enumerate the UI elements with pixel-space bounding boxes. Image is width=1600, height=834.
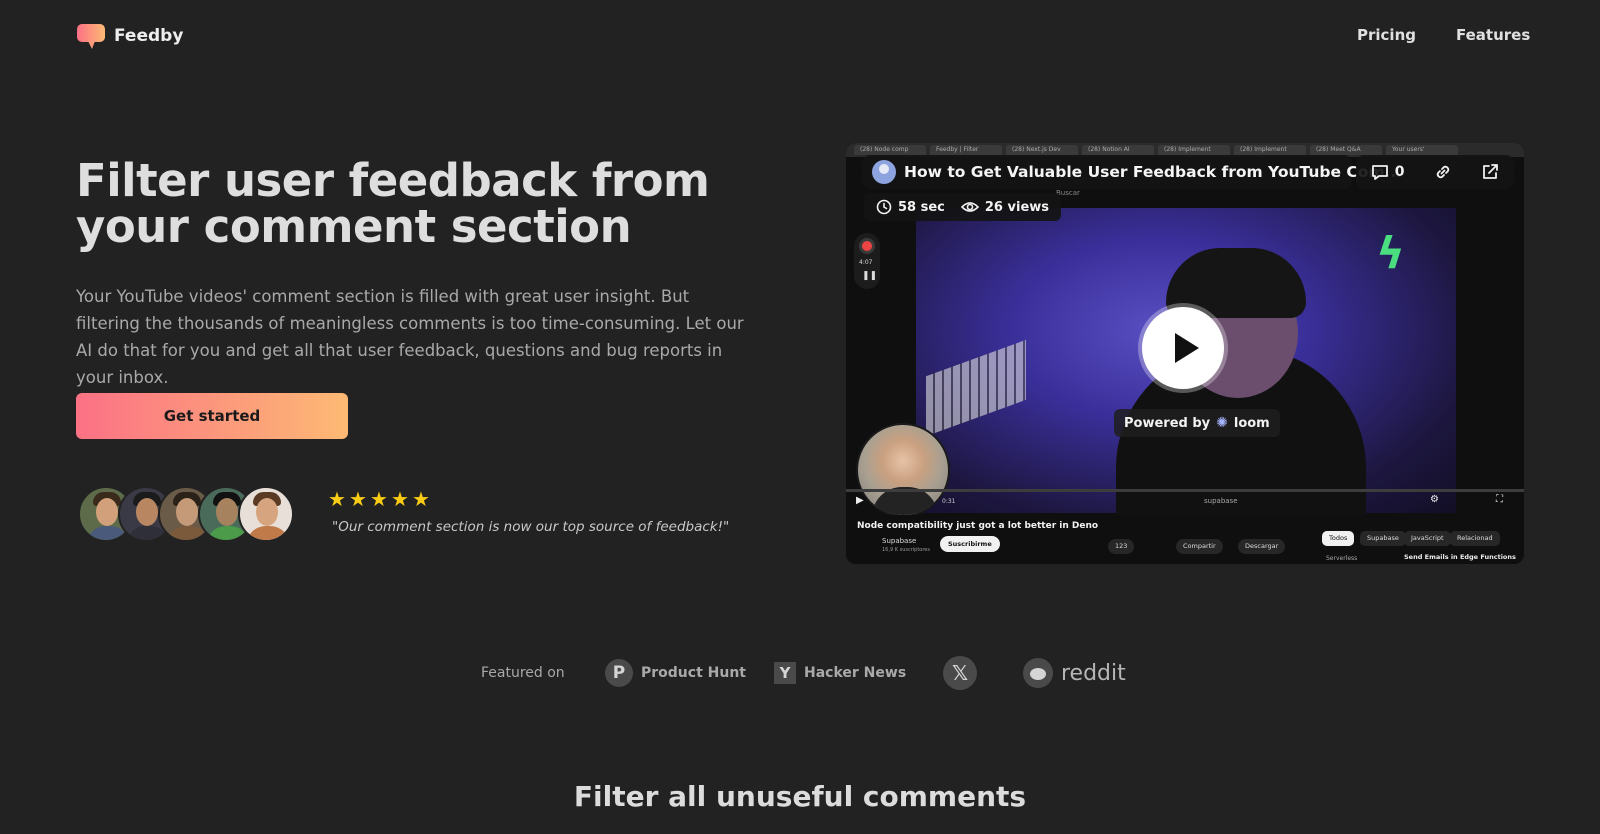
player-right-margin: [1456, 208, 1524, 513]
section-title: Filter all unuseful comments: [573, 780, 1027, 813]
star-icon: ★: [370, 487, 388, 511]
star-icon: ★: [328, 487, 346, 511]
featured-on-label: Featured on: [481, 665, 565, 681]
open-external-button[interactable]: [1481, 163, 1499, 181]
reddit-label: reddit: [1061, 660, 1126, 686]
powered-by-loom[interactable]: Powered by ✺ loom: [1114, 409, 1280, 437]
video-actions: 0: [1356, 155, 1514, 189]
loom-icon: ✺: [1216, 415, 1228, 431]
comments-button[interactable]: 0: [1371, 163, 1405, 181]
chat-bubble-icon: [77, 24, 105, 49]
youtube-chip[interactable]: Todos: [1322, 531, 1355, 546]
youtube-next-video-title[interactable]: Send Emails in Edge Functions: [1404, 553, 1516, 561]
record-stop-icon[interactable]: [859, 238, 875, 254]
star-icon: ★: [412, 487, 430, 511]
youtube-settings-icon[interactable]: ⚙: [1430, 494, 1439, 505]
brand-name: Feedby: [114, 26, 184, 46]
brand-logo[interactable]: Feedby: [76, 22, 183, 50]
duration: 58 sec: [898, 199, 945, 215]
x-link[interactable]: 𝕏: [943, 656, 977, 690]
youtube-video-info: Node compatibility just got a lot better…: [846, 515, 1524, 564]
youtube-channel[interactable]: Supabase: [882, 537, 916, 545]
loom-wordmark: loom: [1233, 415, 1270, 431]
testimonial-avatars: [78, 486, 294, 542]
testimonial-quote: "Our comment section is now our top sour…: [332, 519, 730, 535]
pause-icon[interactable]: ❚❚: [862, 271, 877, 281]
external-link-icon: [1483, 164, 1499, 179]
youtube-play-icon[interactable]: ▶: [856, 495, 864, 506]
video-title-bar: How to Get Valuable User Feedback from Y…: [862, 155, 1402, 189]
youtube-download-button[interactable]: Descargar: [1238, 539, 1286, 554]
browser-tab: Feedby | Filter: [930, 145, 1002, 155]
hacker-news-label: Hacker News: [804, 665, 907, 681]
browser-tab: (28) Implement: [1158, 145, 1230, 155]
youtube-chip[interactable]: Relacionad: [1450, 531, 1500, 546]
featured-on-bar: Featured on P Product Hunt Y Hacker News…: [0, 656, 1600, 692]
comments-count: 0: [1394, 164, 1405, 180]
browser-tab: (28) Notion AI: [1082, 145, 1154, 155]
youtube-like-button[interactable]: 123: [1108, 539, 1135, 554]
browser-tab: (28) Next.js Dev: [1006, 145, 1078, 155]
recording-time: 4:07: [859, 259, 873, 266]
play-button[interactable]: [1142, 307, 1224, 389]
browser-tab: (28) Implement: [1234, 145, 1306, 155]
youtube-share-button[interactable]: Compartir: [1176, 539, 1223, 554]
nav-link-features[interactable]: Features: [1456, 26, 1530, 44]
rating-stars: ★ ★ ★ ★ ★: [328, 487, 430, 511]
browser-tab: (28) Node comp: [854, 145, 926, 155]
reddit-icon: [1023, 658, 1053, 688]
youtube-player-controls: ▶ 0:31 supabase ⚙ ⛶: [846, 492, 1524, 514]
loom-video-embed[interactable]: (28) Node comp Feedby | Filter (28) Next…: [846, 143, 1524, 564]
views: 26 views: [984, 199, 1050, 215]
link-icon: [1436, 165, 1450, 179]
video-title[interactable]: How to Get Valuable User Feedback from Y…: [904, 163, 1402, 181]
author-avatar: [872, 160, 896, 184]
nav-link-pricing[interactable]: Pricing: [1357, 26, 1416, 44]
youtube-watermark: supabase: [1204, 497, 1238, 505]
powered-by-label: Powered by: [1124, 415, 1211, 431]
browser-tab: Your users': [1386, 145, 1458, 155]
star-icon: ★: [349, 487, 367, 511]
comment-icon: [1371, 165, 1388, 180]
reddit-link[interactable]: reddit: [1023, 658, 1126, 688]
product-hunt-icon: P: [605, 659, 633, 687]
hero-description: Your YouTube videos' comment section is …: [76, 287, 744, 387]
hero-title: Filter user feedback from your comment s…: [76, 154, 710, 253]
youtube-video-title: Node compatibility just got a lot better…: [857, 521, 1099, 531]
x-icon: 𝕏: [943, 656, 977, 690]
copy-link-button[interactable]: [1434, 163, 1452, 181]
hacker-news-icon: Y: [774, 662, 796, 684]
star-icon: ★: [391, 487, 409, 511]
top-nav: Feedby Pricing Features: [0, 0, 1600, 72]
eye-icon: [960, 202, 979, 212]
youtube-fullscreen-icon[interactable]: ⛶: [1496, 494, 1503, 505]
product-hunt-link[interactable]: P Product Hunt: [605, 658, 746, 688]
keyboard-image: [926, 339, 1026, 437]
video-stats: 58 sec 26 views: [864, 193, 1062, 221]
hacker-news-link[interactable]: Y Hacker News: [774, 658, 906, 688]
duration-stat: 58 sec: [876, 199, 945, 215]
browser-tab: (28) Meet Q&A: [1310, 145, 1382, 155]
product-hunt-label: Product Hunt: [641, 665, 746, 681]
youtube-chip[interactable]: Supabase: [1360, 531, 1406, 546]
youtube-subscribe-button[interactable]: Suscribirme: [940, 536, 1000, 552]
clock-icon: [876, 199, 892, 215]
recording-controls[interactable]: 4:07 ❚❚: [854, 233, 880, 289]
youtube-time: 0:31: [942, 498, 956, 505]
supabase-neon-sign: ϟ: [1376, 228, 1406, 279]
youtube-next-channel: Serverless: [1326, 555, 1358, 562]
get-started-button[interactable]: Get started: [76, 393, 348, 439]
avatar: [238, 486, 294, 542]
youtube-chip[interactable]: JavaScript: [1404, 531, 1451, 546]
youtube-subscribers: 16,9 K suscriptores: [882, 547, 930, 553]
views-stat: 26 views: [960, 199, 1050, 215]
